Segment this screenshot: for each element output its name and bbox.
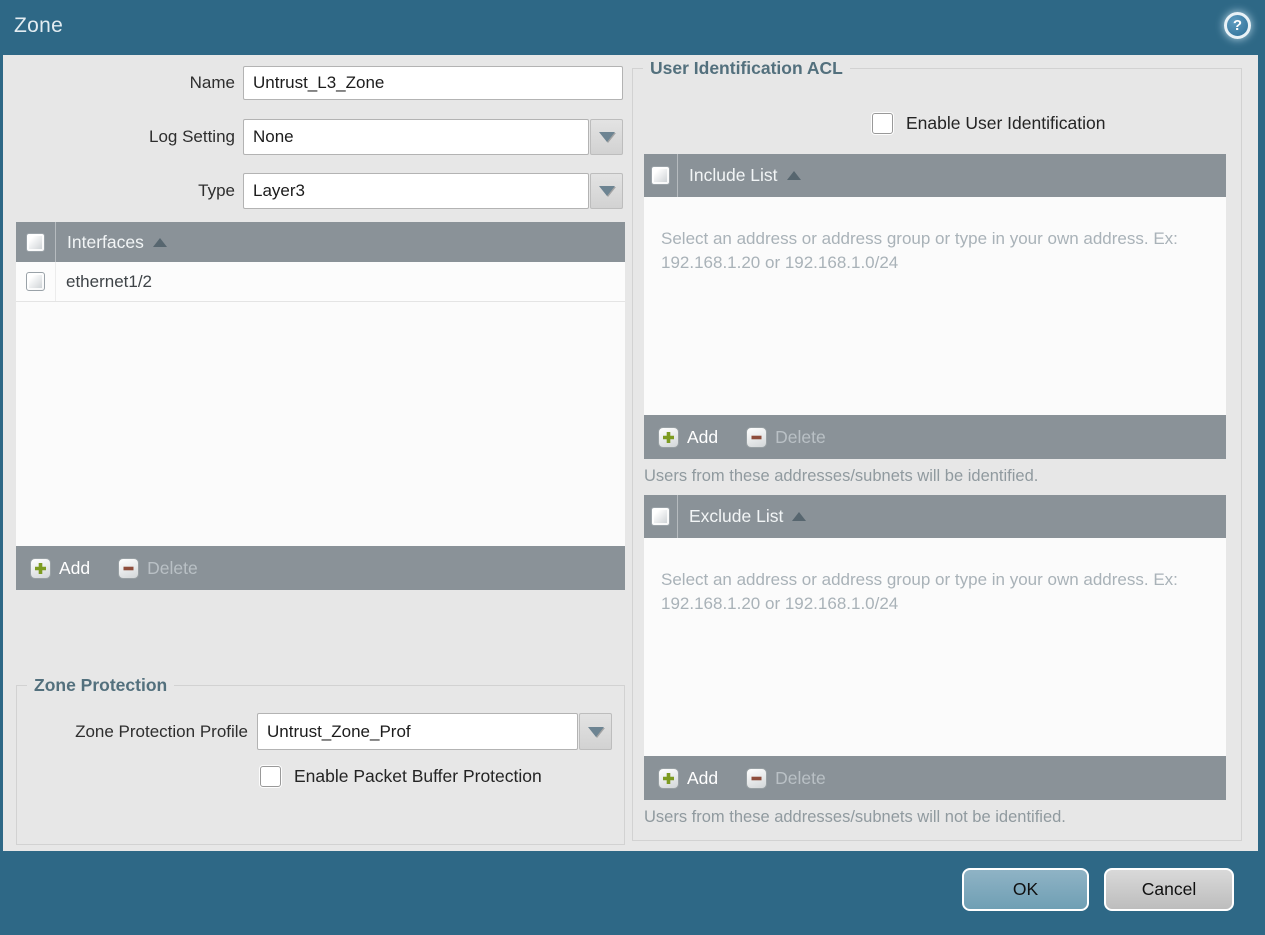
zone-protection-profile-input[interactable] [257, 713, 578, 750]
type-input[interactable] [243, 173, 589, 209]
exclude-list-column-header[interactable]: Exclude List [678, 506, 783, 527]
zone-protection-profile-dropdown-button[interactable] [579, 713, 612, 750]
sort-ascending-icon [152, 237, 167, 247]
interfaces-table-body: ethernet1/2 [16, 262, 625, 546]
interfaces-add-button[interactable]: Add [59, 558, 90, 579]
user-identification-acl-section: User Identification ACL Enable User Iden… [632, 58, 1242, 841]
ok-button[interactable]: OK [962, 868, 1089, 911]
enable-user-identification-checkbox[interactable] [872, 113, 893, 134]
exclude-add-button[interactable]: Add [687, 768, 718, 789]
include-delete-button: Delete [775, 426, 826, 447]
zone-dialog: Zone ? Name Log Setting Type Interfaces [0, 0, 1265, 935]
interfaces-select-all-checkbox[interactable] [26, 232, 45, 252]
add-icon[interactable] [658, 426, 679, 448]
include-list-header: Include List [644, 154, 1226, 197]
delete-icon[interactable] [746, 426, 768, 448]
zone-protection-profile-label: Zone Protection Profile [75, 722, 248, 741]
add-icon[interactable] [658, 767, 679, 789]
chevron-down-icon [587, 726, 604, 737]
delete-icon[interactable] [118, 557, 140, 579]
chevron-down-icon [598, 186, 615, 196]
exclude-list-placeholder: Select an address or address group or ty… [661, 570, 1178, 613]
include-add-button[interactable]: Add [687, 427, 718, 448]
include-list-footer: Add Delete [644, 415, 1226, 459]
help-icon[interactable]: ? [1224, 12, 1251, 39]
exclude-list-caption: Users from these addresses/subnets will … [644, 808, 1066, 826]
include-list-column-header[interactable]: Include List [678, 165, 778, 186]
exclude-list-header: Exclude List [644, 495, 1226, 538]
interface-name: ethernet1/2 [66, 271, 153, 291]
log-setting-input[interactable] [243, 119, 589, 155]
user-identification-acl-legend: User Identification ACL [643, 58, 850, 79]
include-list-caption: Users from these addresses/subnets will … [644, 467, 1039, 485]
interfaces-column-header[interactable]: Interfaces [56, 232, 144, 253]
include-list-placeholder: Select an address or address group or ty… [661, 229, 1178, 272]
exclude-select-all-checkbox[interactable] [651, 507, 670, 526]
exclude-list-body[interactable]: Select an address or address group or ty… [644, 538, 1226, 756]
help-icon-glyph: ? [1232, 17, 1243, 34]
enable-packet-buffer-protection-label: Enable Packet Buffer Protection [294, 766, 542, 786]
interfaces-table-header: Interfaces [16, 222, 625, 262]
type-dropdown-button[interactable] [590, 173, 623, 209]
enable-packet-buffer-protection-checkbox[interactable] [260, 766, 281, 787]
delete-icon[interactable] [746, 767, 768, 789]
row-checkbox[interactable] [26, 272, 45, 291]
dialog-title: Zone [14, 14, 64, 37]
exclude-delete-button: Delete [775, 767, 826, 788]
sort-ascending-icon [786, 171, 801, 180]
cancel-button[interactable]: Cancel [1104, 868, 1234, 911]
add-icon[interactable] [30, 557, 51, 579]
table-row[interactable]: ethernet1/2 [16, 262, 625, 302]
type-label: Type [198, 181, 235, 200]
zone-protection-section: Zone Protection Zone Protection Profile … [16, 675, 625, 845]
dialog-body: Name Log Setting Type Interfaces etherne [3, 55, 1258, 851]
include-list-body[interactable]: Select an address or address group or ty… [644, 197, 1226, 415]
exclude-list-footer: Add Delete [644, 756, 1226, 800]
chevron-down-icon [598, 132, 615, 142]
sort-ascending-icon [792, 512, 807, 521]
zone-protection-legend: Zone Protection [27, 675, 175, 696]
name-label: Name [189, 73, 235, 92]
name-input[interactable] [243, 66, 623, 100]
include-select-all-checkbox[interactable] [651, 166, 670, 185]
enable-user-identification-label: Enable User Identification [906, 113, 1106, 133]
interfaces-table-footer: Add Delete [16, 546, 625, 590]
interfaces-delete-button: Delete [147, 557, 198, 578]
log-setting-dropdown-button[interactable] [590, 119, 623, 155]
log-setting-label: Log Setting [148, 127, 235, 146]
